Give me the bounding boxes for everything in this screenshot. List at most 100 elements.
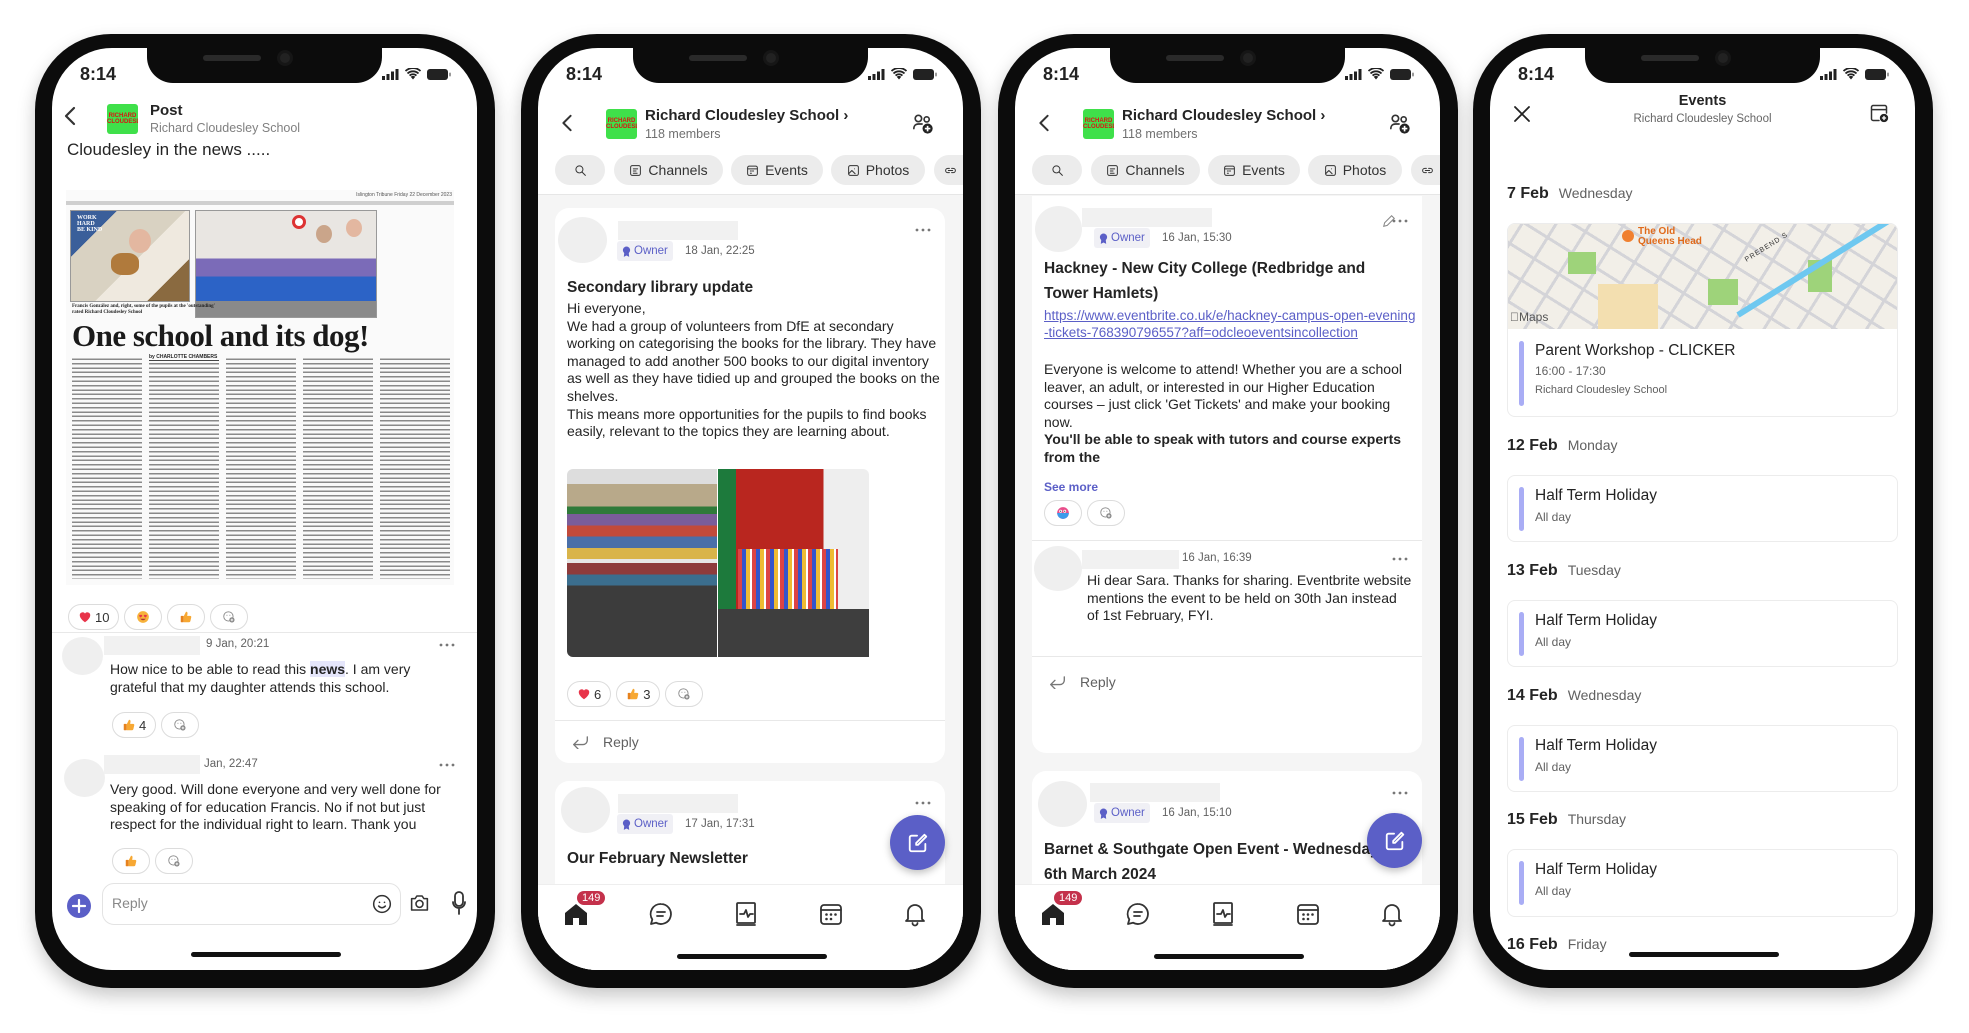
- more-options-icon[interactable]: [439, 762, 455, 768]
- add-members-icon[interactable]: [912, 113, 934, 135]
- tab-notifications[interactable]: [902, 901, 928, 927]
- avatar[interactable]: [1034, 546, 1082, 591]
- rainbow-face-icon: [1056, 506, 1070, 520]
- tab-photos[interactable]: Photos: [1308, 155, 1402, 185]
- see-more-link[interactable]: See more: [1044, 480, 1098, 494]
- reaction-heart[interactable]: 10: [68, 604, 120, 630]
- map-poi-label: The Old Queens Head: [1638, 226, 1702, 247]
- add-reaction-button[interactable]: [1087, 500, 1125, 526]
- tab-chat[interactable]: [1125, 901, 1151, 927]
- newspaper-clipping-image[interactable]: Islington Tribune Friday 22 December 202…: [66, 190, 454, 585]
- add-reaction-button[interactable]: [161, 712, 200, 738]
- tab-activity[interactable]: [733, 901, 759, 927]
- reaction-thumbs-up[interactable]: 3: [616, 681, 661, 707]
- tab-events[interactable]: Events: [1208, 155, 1300, 185]
- add-reaction-button[interactable]: [155, 848, 193, 874]
- comment-time: 16 Jan, 16:39: [1182, 552, 1252, 564]
- microphone-icon[interactable]: [452, 891, 466, 915]
- tab-links[interactable]: [1411, 155, 1440, 185]
- group-title-link[interactable]: Richard Cloudesley School ›: [645, 107, 848, 124]
- tab-links[interactable]: [934, 155, 963, 185]
- group-title-link[interactable]: Richard Cloudesley School ›: [1122, 107, 1325, 124]
- signal-icon: [382, 68, 399, 80]
- tab-channels[interactable]: Channels: [1091, 155, 1200, 185]
- header-subtitle: Richard Cloudesley School: [150, 121, 301, 135]
- library-photo-2[interactable]: [718, 469, 869, 657]
- avatar[interactable]: [64, 759, 105, 797]
- reply-button[interactable]: Reply: [572, 734, 639, 750]
- avatar[interactable]: [1038, 781, 1087, 827]
- add-reaction-button[interactable]: [210, 604, 249, 630]
- tab-photos[interactable]: Photos: [831, 155, 925, 185]
- event-card[interactable]: Half Term Holiday All day: [1507, 600, 1898, 667]
- event-card[interactable]: The Old Queens Head PREBEND S Maps Pare…: [1507, 223, 1898, 417]
- add-members-icon[interactable]: [1389, 113, 1411, 135]
- photo-pupils: [195, 210, 377, 318]
- reaction-heart[interactable]: 6: [567, 681, 612, 707]
- tab-notifications[interactable]: [1379, 901, 1405, 927]
- tab-calendar[interactable]: [1295, 901, 1321, 927]
- post-time: 16 Jan, 15:10: [1162, 807, 1232, 819]
- date-header: 7 Feb Wednesday: [1507, 185, 1633, 202]
- more-options-icon[interactable]: [915, 227, 931, 233]
- location-map[interactable]: The Old Queens Head PREBEND S Maps: [1508, 224, 1897, 329]
- eventbrite-link[interactable]: https://www.eventbrite.co.uk/e/hackney-c…: [1044, 307, 1419, 341]
- more-options-icon[interactable]: [915, 800, 931, 806]
- back-icon[interactable]: [1037, 114, 1051, 132]
- add-attachment-button[interactable]: [67, 894, 91, 918]
- more-options-icon[interactable]: [1392, 556, 1408, 562]
- library-photo-1[interactable]: [567, 469, 717, 657]
- reaction-thumbs-up[interactable]: [167, 604, 206, 630]
- add-event-icon[interactable]: [1869, 103, 1889, 123]
- chat-icon: [1125, 901, 1151, 927]
- add-reaction-button[interactable]: [665, 681, 704, 707]
- chat-icon: [648, 901, 674, 927]
- back-icon[interactable]: [62, 106, 78, 126]
- divider: [52, 632, 477, 633]
- compose-button[interactable]: [1367, 813, 1422, 868]
- search-icon: [574, 164, 587, 177]
- post-title: Cloudesley in the news .....: [67, 140, 271, 159]
- status-time: 8:14: [566, 64, 603, 84]
- more-options-icon[interactable]: [1392, 218, 1408, 224]
- camera-icon[interactable]: [409, 893, 430, 913]
- event-card[interactable]: Half Term Holiday All day: [1507, 849, 1898, 917]
- more-options-icon[interactable]: [1392, 790, 1408, 796]
- heart-icon: [78, 610, 92, 624]
- event-card[interactable]: Half Term Holiday All day: [1507, 725, 1898, 792]
- signal-icon: [868, 68, 885, 80]
- tab-home[interactable]: 149: [1040, 891, 1083, 927]
- reaction-thumbs-up[interactable]: [112, 848, 150, 874]
- reaction-heart-eyes[interactable]: [124, 604, 163, 630]
- reply-placeholder: Reply: [112, 895, 148, 911]
- post-reactions: 6 3: [567, 681, 704, 707]
- post-title: Secondary library update: [567, 279, 754, 296]
- avatar[interactable]: [62, 637, 103, 675]
- back-icon[interactable]: [560, 114, 574, 132]
- avatar[interactable]: [558, 217, 607, 263]
- avatar[interactable]: [561, 787, 610, 833]
- tab-home[interactable]: 149: [563, 891, 606, 927]
- tab-activity[interactable]: [1210, 901, 1236, 927]
- compose-button[interactable]: [890, 815, 945, 870]
- reply-arrow-icon: [572, 735, 589, 749]
- compose-icon: [907, 832, 929, 854]
- event-card[interactable]: Half Term Holiday All day: [1507, 475, 1898, 542]
- reaction-rainbow-face[interactable]: [1044, 500, 1082, 526]
- search-button[interactable]: [555, 155, 605, 185]
- tab-events[interactable]: Events: [731, 155, 823, 185]
- post-time: 17 Jan, 17:31: [685, 818, 755, 830]
- more-options-icon[interactable]: [439, 642, 455, 648]
- tab-chat[interactable]: [648, 901, 674, 927]
- redacted-name: [1082, 550, 1179, 569]
- photo-icon: [1324, 164, 1337, 177]
- photo-icon: [847, 164, 860, 177]
- reply-input[interactable]: Reply: [102, 883, 401, 925]
- emoji-icon[interactable]: [372, 894, 392, 914]
- tab-calendar[interactable]: [818, 901, 844, 927]
- reaction-thumbs-up[interactable]: 4: [112, 712, 157, 738]
- avatar[interactable]: [1035, 206, 1082, 252]
- tab-channels[interactable]: Channels: [614, 155, 723, 185]
- reply-button[interactable]: Reply: [1049, 674, 1116, 690]
- search-button[interactable]: [1032, 155, 1082, 185]
